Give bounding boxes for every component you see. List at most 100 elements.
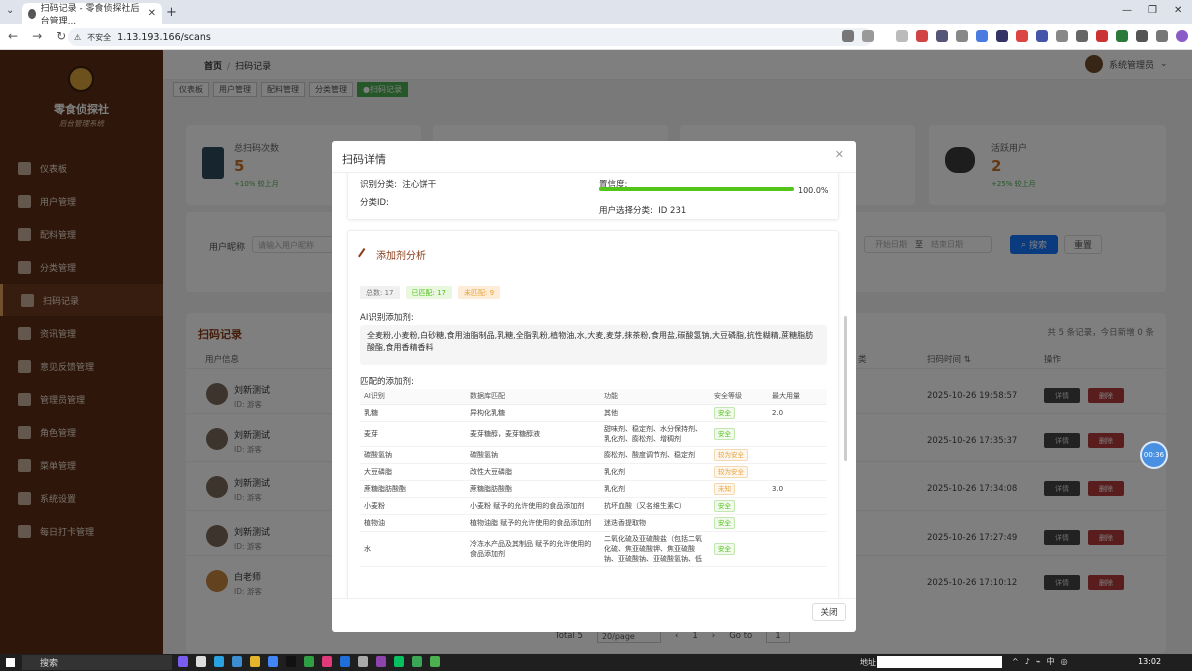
- profile-icon[interactable]: [1176, 30, 1188, 42]
- app-icon[interactable]: [412, 656, 422, 667]
- terminal-icon[interactable]: [286, 656, 296, 667]
- close-tab-icon[interactable]: ✕: [148, 8, 156, 19]
- pencil-icon: [358, 247, 372, 262]
- password-icon[interactable]: [842, 30, 854, 42]
- dialog-body[interactable]: 识别分类: 注心饼干 分类ID: 置信度: 100.0% 用户选择分类: ID …: [332, 173, 856, 598]
- volume-icon[interactable]: ♪: [1025, 657, 1030, 666]
- address-input[interactable]: [877, 656, 1002, 668]
- recognition-section: 识别分类: 注心饼干 分类ID: 置信度: 100.0% 用户选择分类: ID …: [347, 173, 839, 220]
- system-tray: ^ ♪ ⌁ 中 ◎: [1012, 656, 1068, 667]
- timer-badge[interactable]: 00:36: [1140, 441, 1168, 469]
- matched-additives-table: AI识别 数据库匹配 功能 安全等级 最大用量 乳糖 异构化乳糖 其他 安全 2.0 麦芽…: [360, 389, 827, 567]
- not-secure-label[interactable]: 不安全: [87, 32, 111, 43]
- additive-row: 蔗糖脂肪酸酯 蔗糖脂肪酸酯 乳化剂 未知 3.0: [360, 480, 827, 498]
- confidence-value: 100.0%: [798, 186, 829, 195]
- app-icon[interactable]: [214, 656, 224, 667]
- url-field[interactable]: ⚠ 不安全 1.13.193.166/scans: [68, 28, 873, 46]
- total-badge: 总数: 17: [360, 286, 400, 299]
- additive-row: 碳酸氢钠 碳酸氢钠 膨松剂、酸度调节剂、稳定剂 较为安全: [360, 446, 827, 464]
- tab-list-icon[interactable]: ⌄: [6, 5, 14, 16]
- additive-row: 大豆磷脂 改性大豆磷脂 乳化剂 较为安全: [360, 463, 827, 481]
- taskbar-search[interactable]: 搜索: [22, 655, 172, 670]
- close-icon[interactable]: ✕: [835, 148, 844, 161]
- chrome-icon[interactable]: [268, 656, 278, 667]
- back-icon[interactable]: ←: [8, 29, 18, 43]
- maximize-icon[interactable]: ❐: [1148, 5, 1157, 16]
- scan-detail-dialog: 扫码详情 ✕ 识别分类: 注心饼干 分类ID: 置信度: 100.0% 用户选择…: [332, 141, 856, 632]
- star-icon[interactable]: [862, 30, 874, 42]
- favicon-icon: [28, 8, 36, 19]
- extension-icon[interactable]: [1056, 30, 1068, 42]
- safety-badge: 安全: [714, 427, 735, 440]
- folder-icon[interactable]: [250, 656, 260, 667]
- matched-badge: 已匹配: 17: [405, 286, 452, 299]
- safety-badge: 安全: [714, 542, 735, 555]
- new-tab-icon[interactable]: +: [166, 5, 177, 20]
- extension-icon[interactable]: [1036, 30, 1048, 42]
- additive-row: 麦芽 麦芽糖醇，麦芽糖醇液 甜味剂、稳定剂、水分保持剂、乳化剂、膨松剂、增稠剂 安全: [360, 421, 827, 447]
- ime-label[interactable]: 中: [1047, 656, 1055, 667]
- ai-additives-text: 全麦粉,小麦粉,白砂糖,食用油脂制品,乳糖,全脂乳粉,植物油,水,大麦,麦芽,抹…: [360, 325, 827, 365]
- browser-tabbar: [0, 0, 1192, 24]
- app-icon[interactable]: [430, 656, 440, 667]
- app-icon[interactable]: [232, 656, 242, 667]
- window-close-icon[interactable]: ✕: [1174, 5, 1182, 16]
- extension-icon[interactable]: [936, 30, 948, 42]
- safety-badge: 较为安全: [714, 465, 748, 478]
- extension-icon[interactable]: [1016, 30, 1028, 42]
- tray-icon[interactable]: ◎: [1061, 657, 1068, 666]
- extension-icon[interactable]: [1076, 30, 1088, 42]
- category-id-label: 分类ID:: [360, 198, 389, 208]
- matched-additives-label: 匹配的添加剂:: [360, 377, 414, 387]
- extension-icon[interactable]: [996, 30, 1008, 42]
- app-icon[interactable]: [340, 656, 350, 667]
- additive-section: 添加剂分析 总数: 17 已匹配: 17 未匹配: 9 AI识别添加剂: 全麦粉…: [347, 230, 839, 598]
- download-icon[interactable]: [1156, 30, 1168, 42]
- user-category-value: ID 231: [658, 206, 687, 216]
- safety-badge: 安全: [714, 516, 735, 529]
- taskbar-apps: [178, 656, 440, 667]
- camera-icon[interactable]: [896, 30, 908, 42]
- additive-row: 水冷冻水产品及其制品 赋予的允许使用的食品添加剂 二氧化硫及亚硫酸盐（包括二氧化硫…: [360, 531, 827, 567]
- additive-row: 小麦粉 小麦粉 赋予的允许使用的食品添加剂 抗坏血酸（又名维生素C） 安全: [360, 497, 827, 515]
- network-icon[interactable]: ⌁: [1036, 657, 1041, 666]
- app-icon[interactable]: [178, 656, 188, 667]
- app-icon[interactable]: [358, 656, 368, 667]
- extension-icon[interactable]: [916, 30, 928, 42]
- section-title: 添加剂分析: [376, 251, 426, 262]
- clock: 13:02: [1138, 657, 1162, 666]
- safety-badge: 未知: [714, 482, 735, 495]
- reload-icon[interactable]: ↻: [56, 29, 66, 43]
- dialog-scrollbar[interactable]: [844, 316, 847, 461]
- app-icon[interactable]: [322, 656, 332, 667]
- close-button[interactable]: 关闭: [812, 603, 846, 621]
- extension-icons: ⋮: [842, 30, 1192, 42]
- extension-icon[interactable]: [956, 30, 968, 42]
- app-icon[interactable]: [376, 656, 386, 667]
- confidence-fill: [599, 187, 794, 191]
- safety-badge: 较为安全: [714, 448, 748, 461]
- forward-icon[interactable]: →: [32, 29, 42, 43]
- pdf-icon[interactable]: [1096, 30, 1108, 42]
- safety-badge: 安全: [714, 406, 735, 419]
- safety-badge: 安全: [714, 499, 735, 512]
- not-secure-icon[interactable]: ⚠: [74, 33, 81, 42]
- category-value: 注心饼干: [402, 180, 437, 190]
- browser-tab[interactable]: 扫码记录 - 零食侦探社后台管理... ✕: [22, 3, 162, 27]
- puzzle-icon[interactable]: [1136, 30, 1148, 42]
- tab-title: 扫码记录 - 零食侦探社后台管理...: [40, 3, 140, 27]
- app-icon[interactable]: [196, 656, 206, 667]
- translate-icon[interactable]: [976, 30, 988, 42]
- windows-start-icon[interactable]: [6, 658, 15, 667]
- unmatched-badge: 未匹配: 9: [458, 286, 501, 299]
- address-label: 地址: [860, 658, 876, 667]
- nav-buttons: ← → ↻: [8, 29, 66, 43]
- additive-row: 植物油 植物油脂 赋予的允许使用的食品添加剂 迷迭香提取物 安全: [360, 514, 827, 532]
- wechat-icon[interactable]: [394, 656, 404, 667]
- extension-icon[interactable]: [1116, 30, 1128, 42]
- url-text[interactable]: 1.13.193.166/scans: [117, 32, 211, 43]
- app-icon[interactable]: [304, 656, 314, 667]
- ai-additives-label: AI识别添加剂:: [360, 313, 414, 323]
- up-arrow-icon[interactable]: ^: [1012, 657, 1019, 666]
- minimize-icon[interactable]: —: [1122, 5, 1132, 16]
